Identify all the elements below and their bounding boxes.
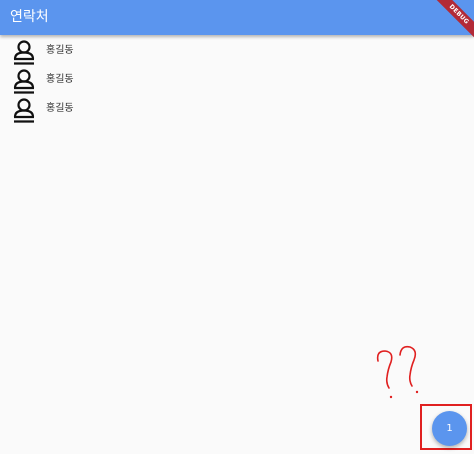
page-title: 연락처 <box>10 9 49 25</box>
list-item[interactable]: 홍길동 <box>0 37 474 66</box>
contact-name: 홍길동 <box>46 103 74 114</box>
contact-name: 홍길동 <box>46 45 74 56</box>
app-bar: 연락처 <box>0 0 474 35</box>
person-icon <box>13 40 35 65</box>
contact-name: 홍길동 <box>46 74 74 85</box>
list-item[interactable]: 홍길동 <box>0 66 474 95</box>
debug-banner: DEBUG <box>432 0 474 42</box>
debug-banner-label: DEBUG <box>433 0 474 41</box>
floating-action-button[interactable]: 1 <box>432 411 467 446</box>
question-mark-annotation <box>376 345 419 399</box>
contact-list: 홍길동 홍길동 홍길동 <box>0 35 474 124</box>
person-icon <box>13 69 35 94</box>
list-item[interactable]: 홍길동 <box>0 95 474 124</box>
person-icon <box>13 98 35 123</box>
